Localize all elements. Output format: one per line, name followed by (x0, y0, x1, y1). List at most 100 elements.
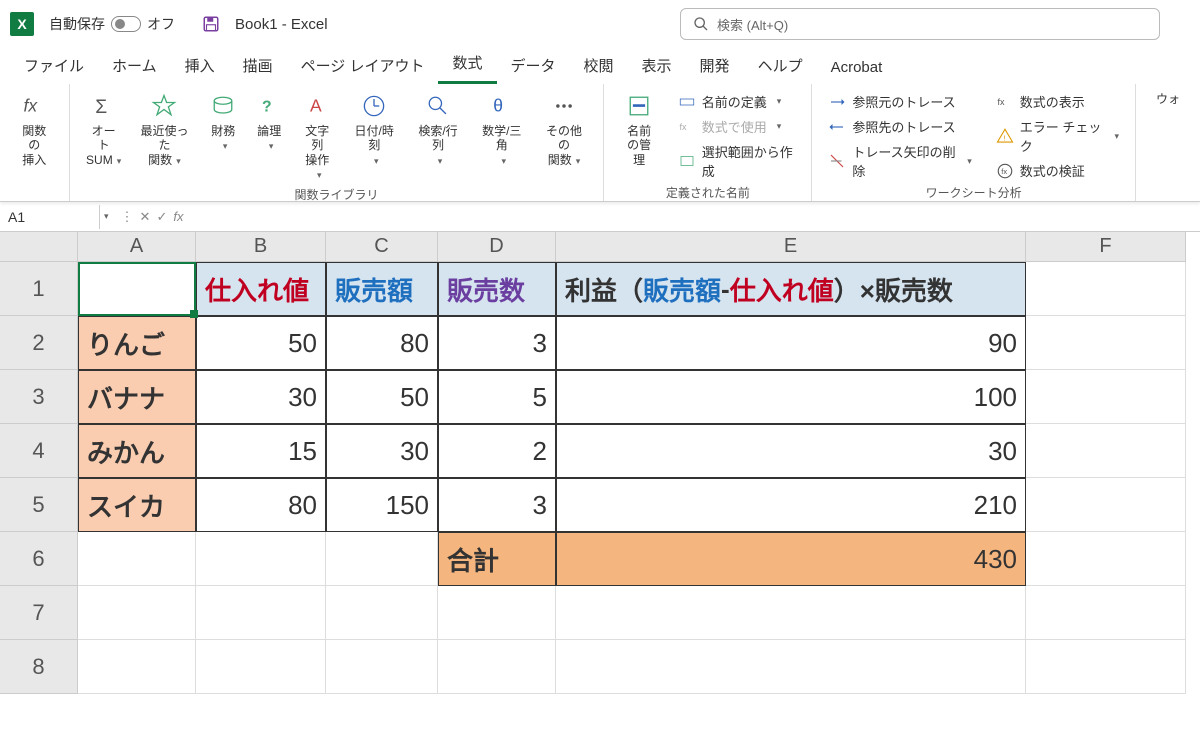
other-button[interactable]: その他の 関数▾ (535, 90, 594, 184)
tab-formulas[interactable]: 数式 (438, 44, 496, 84)
cell-b3[interactable]: 30 (196, 370, 326, 424)
cell-c3[interactable]: 50 (326, 370, 438, 424)
name-manager-button[interactable]: 名前 の管理 (614, 90, 663, 182)
show-formulas-button[interactable]: fx数式の表示 (990, 90, 1125, 113)
define-name-button[interactable]: 名前の定義▾ (672, 90, 802, 113)
text-button[interactable]: A文字列 操作▾ (293, 90, 341, 184)
cell-f4[interactable] (1026, 424, 1186, 478)
cell-d5[interactable]: 3 (438, 478, 556, 532)
cell-f3[interactable] (1026, 370, 1186, 424)
cell-e6[interactable]: 430 (556, 532, 1026, 586)
cell-d8[interactable] (438, 640, 556, 694)
row-header-3[interactable]: 3 (0, 370, 78, 424)
tab-help[interactable]: ヘルプ (744, 47, 817, 84)
cell-e8[interactable] (556, 640, 1026, 694)
recent-button[interactable]: 最近使った 関数▾ (130, 90, 200, 184)
tab-view[interactable]: 表示 (628, 47, 686, 84)
cell-c7[interactable] (326, 586, 438, 640)
save-icon[interactable] (202, 15, 220, 33)
cell-b1[interactable]: 仕入れ値 (196, 262, 326, 316)
cell-b5[interactable]: 80 (196, 478, 326, 532)
row-header-2[interactable]: 2 (0, 316, 78, 370)
cell-e1[interactable]: 利益（販売額-仕入れ値）×販売数 (556, 262, 1026, 316)
cell-a1[interactable] (78, 262, 196, 316)
col-header-c[interactable]: C (326, 232, 438, 262)
logical-button[interactable]: ?論理▾ (247, 90, 291, 184)
tab-review[interactable]: 校閲 (570, 47, 628, 84)
cell-a5[interactable]: スイカ (78, 478, 196, 532)
tab-acrobat[interactable]: Acrobat (817, 51, 897, 84)
cell-c2[interactable]: 80 (326, 316, 438, 370)
tab-file[interactable]: ファイル (10, 47, 98, 84)
create-from-sel-button[interactable]: 選択範囲から作成 (672, 140, 802, 182)
cell-c6[interactable] (326, 532, 438, 586)
lookup-button[interactable]: 検索/行列▾ (407, 90, 469, 184)
cell-a6[interactable] (78, 532, 196, 586)
row-header-6[interactable]: 6 (0, 532, 78, 586)
cell-a3[interactable]: バナナ (78, 370, 196, 424)
cell-f8[interactable] (1026, 640, 1186, 694)
col-header-a[interactable]: A (78, 232, 196, 262)
chevron-down-icon[interactable]: ▾ (104, 211, 109, 222)
formula-input[interactable] (191, 213, 1200, 221)
error-check-button[interactable]: !エラー チェック▾ (990, 115, 1125, 157)
cell-f5[interactable] (1026, 478, 1186, 532)
trace-dependents-button[interactable]: 参照先のトレース (822, 115, 977, 138)
row-header-5[interactable]: 5 (0, 478, 78, 532)
col-header-d[interactable]: D (438, 232, 556, 262)
cell-b6[interactable] (196, 532, 326, 586)
name-box[interactable]: A1 (0, 205, 100, 229)
cell-e5[interactable]: 210 (556, 478, 1026, 532)
cell-b4[interactable]: 15 (196, 424, 326, 478)
col-header-e[interactable]: E (556, 232, 1026, 262)
math-button[interactable]: θ数学/三角▾ (471, 90, 533, 184)
autosum-button[interactable]: Σオート SUM▾ (80, 90, 128, 184)
search-input[interactable]: 検索 (Alt+Q) (680, 8, 1160, 40)
cell-d6[interactable]: 合計 (438, 532, 556, 586)
financial-button[interactable]: 財務▾ (201, 90, 245, 184)
tab-draw[interactable]: 描画 (229, 47, 287, 84)
tab-page-layout[interactable]: ページ レイアウト (287, 47, 439, 84)
cell-d3[interactable]: 5 (438, 370, 556, 424)
cell-a2[interactable]: りんご (78, 316, 196, 370)
cell-f6[interactable] (1026, 532, 1186, 586)
date-button[interactable]: 日付/時刻▾ (343, 90, 405, 184)
cell-e2[interactable]: 90 (556, 316, 1026, 370)
cell-a7[interactable] (78, 586, 196, 640)
row-header-4[interactable]: 4 (0, 424, 78, 478)
cell-f2[interactable] (1026, 316, 1186, 370)
cell-d4[interactable]: 2 (438, 424, 556, 478)
cell-b2[interactable]: 50 (196, 316, 326, 370)
select-all-corner[interactable] (0, 232, 78, 262)
confirm-icon[interactable]: ✓ (156, 209, 167, 225)
cell-e3[interactable]: 100 (556, 370, 1026, 424)
tab-developer[interactable]: 開発 (686, 47, 744, 84)
cell-c8[interactable] (326, 640, 438, 694)
toggle-icon[interactable] (111, 16, 141, 32)
col-header-f[interactable]: F (1026, 232, 1186, 262)
cell-c4[interactable]: 30 (326, 424, 438, 478)
cell-d7[interactable] (438, 586, 556, 640)
evaluate-formula-button[interactable]: fx数式の検証 (990, 159, 1125, 182)
cell-a4[interactable]: みかん (78, 424, 196, 478)
row-header-8[interactable]: 8 (0, 640, 78, 694)
row-header-7[interactable]: 7 (0, 586, 78, 640)
insert-function-button[interactable]: fx関数の 挿入 (10, 90, 59, 169)
cell-a8[interactable] (78, 640, 196, 694)
tab-home[interactable]: ホーム (98, 47, 171, 84)
tab-data[interactable]: データ (497, 47, 570, 84)
cell-c1[interactable]: 販売額 (326, 262, 438, 316)
fx-icon[interactable]: fx (173, 209, 183, 224)
cell-e7[interactable] (556, 586, 1026, 640)
row-header-1[interactable]: 1 (0, 262, 78, 316)
col-header-b[interactable]: B (196, 232, 326, 262)
cell-d2[interactable]: 3 (438, 316, 556, 370)
cell-d1[interactable]: 販売数 (438, 262, 556, 316)
use-in-formula-button[interactable]: fx数式で使用▾ (672, 115, 802, 138)
cell-b7[interactable] (196, 586, 326, 640)
watch-button[interactable]: ウォ (1146, 90, 1190, 108)
cell-b8[interactable] (196, 640, 326, 694)
autosave-toggle[interactable]: 自動保存 オフ (49, 14, 175, 34)
tab-insert[interactable]: 挿入 (171, 47, 229, 84)
trace-precedents-button[interactable]: 参照元のトレース (822, 90, 977, 113)
